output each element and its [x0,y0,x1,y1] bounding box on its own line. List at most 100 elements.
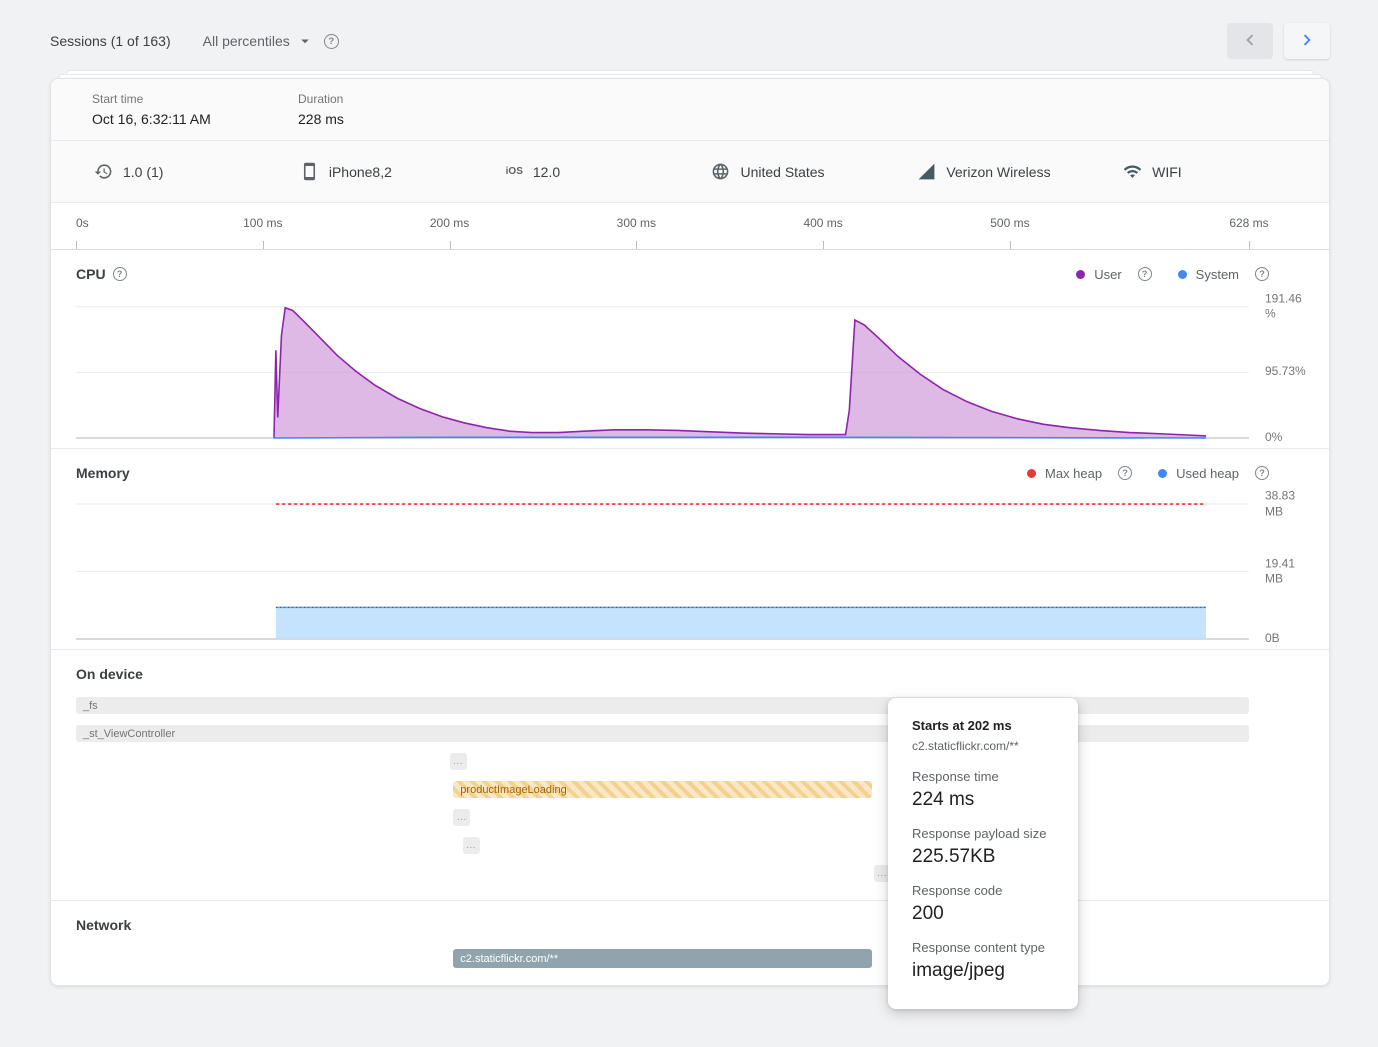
start-time-label: Start time [92,92,298,106]
chevron-right-icon [1296,29,1318,54]
tooltip-url: c2.staticflickr.com/** [912,739,1054,753]
os-version-label: 12.0 [533,164,560,180]
tooltip-field-label: Response time [912,769,1054,784]
start-time-block: Start time Oct 16, 6:32:11 AM [92,92,298,127]
tooltip-field-value: 200 [912,903,1054,925]
used-heap-legend-label: Used heap [1176,466,1239,481]
tooltip-fields: Response time 224 ms Response payload size… [912,769,1054,982]
timeline-tick-mark [263,241,264,249]
axis-label: 95.73% [1265,365,1313,381]
cpu-chart[interactable] [76,294,1249,438]
timeline-tick-mark [1010,241,1011,249]
tooltip-field: Response time 224 ms [912,769,1054,811]
sessions-help-icon[interactable]: ? [324,34,339,49]
memory-legend-max-heap: Max heap ? [1027,466,1132,481]
timeline-tick-mark [450,241,451,249]
wifi-icon [1123,162,1142,181]
max-heap-help-icon[interactable]: ? [1118,466,1132,480]
device-model-label: iPhone8,2 [329,164,392,180]
duration-label: Duration [298,92,344,106]
memory-chart[interactable] [76,493,1249,639]
next-session-button[interactable] [1284,23,1330,59]
country-label: United States [740,164,824,180]
carrier-label: Verizon Wireless [946,164,1050,180]
tooltip-field-label: Response payload size [912,826,1054,841]
axis-label: 0% [1265,430,1313,446]
percentiles-dropdown[interactable]: All percentiles [203,32,314,50]
cpu-legend: User ? System ? [1076,267,1269,282]
cpu-section-title: CPU [76,266,106,282]
timeline-tick-mark [823,241,824,249]
timeline-tick-label: 500 ms [990,216,1029,230]
globe-icon [711,162,730,181]
duration-block: Duration 228 ms [298,92,344,127]
user-help-icon[interactable]: ? [1138,267,1152,281]
cpu-legend-user: User ? [1076,267,1151,282]
smartphone-icon [300,162,319,181]
memory-axis-labels: 38.83 MB19.41 MB0B [1251,493,1329,639]
network-section-title: Network [76,917,131,933]
timeline-ruler-inner: 0s100 ms200 ms300 ms400 ms500 ms628 ms [76,203,1249,249]
axis-label: 191.46 % [1265,291,1313,322]
tooltip-field: Response code 200 [912,883,1054,925]
trace-bar[interactable]: ... [463,837,480,854]
cpu-axis-labels: 191.46 %95.73%0% [1251,294,1329,438]
axis-label: 0B [1265,631,1313,647]
app-version-history-icon [94,162,113,181]
trace-bar[interactable]: productImageLoading [453,781,871,798]
trace-bar[interactable]: ... [450,753,467,770]
tooltip-field-label: Response code [912,883,1054,898]
tooltip-field-value: 224 ms [912,789,1054,811]
cellular-signal-icon [917,162,936,181]
timeline-tick-mark [636,241,637,249]
system-help-icon[interactable]: ? [1255,267,1269,281]
user-legend-label: User [1094,267,1121,282]
chevron-left-icon [1239,29,1261,54]
cpu-legend-system: System ? [1178,267,1269,282]
timeline-tick-label: 400 ms [803,216,842,230]
memory-legend-used-heap: Used heap ? [1158,466,1269,481]
timeline-tick-label: 300 ms [617,216,656,230]
axis-label: 38.83 MB [1265,488,1313,519]
device-os: iOS 12.0 [506,162,712,181]
cpu-section: CPU ? User ? System ? [51,250,1329,449]
memory-legend: Max heap ? Used heap ? [1027,466,1269,481]
sessions-count-label: Sessions (1 of 163) [50,33,171,49]
start-time-value: Oct 16, 6:32:11 AM [92,111,298,127]
system-legend-label: System [1196,267,1239,282]
trace-bar[interactable]: ... [453,809,470,826]
device-app-version: 1.0 (1) [94,162,300,181]
tooltip-title: Starts at 202 ms [912,718,1054,733]
memory-section-head: Memory Max heap ? Used heap ? [51,449,1329,489]
prev-session-button[interactable] [1227,23,1273,59]
network-section: Network c2.staticflickr.com/** [51,901,1329,975]
timeline-ruler[interactable]: 0s100 ms200 ms300 ms400 ms500 ms628 ms [51,203,1329,250]
connection-label: WIFI [1152,164,1182,180]
memory-section-title: Memory [76,465,130,481]
max-heap-legend-dot [1027,469,1036,478]
tooltip-field-value: image/jpeg [912,960,1054,982]
on-device-section: On device _fs_st_ViewController...produc… [51,650,1329,901]
timeline-tick-mark [76,241,77,249]
session-detail-page: Sessions (1 of 163) All percentiles ? [0,22,1378,1047]
used-heap-help-icon[interactable]: ? [1255,466,1269,480]
chevron-down-icon [296,32,314,50]
device-attributes-row: 1.0 (1) iPhone8,2 iOS 12.0 United St [51,141,1329,203]
timeline-tick-mark [1249,241,1250,249]
cpu-help-icon[interactable]: ? [113,267,127,281]
top-toolbar: Sessions (1 of 163) All percentiles ? [50,22,1330,60]
timeline-tick-label: 200 ms [430,216,469,230]
tooltip-field-value: 225.57KB [912,846,1054,868]
network-request-bar[interactable]: c2.staticflickr.com/** [453,949,871,968]
memory-section: Memory Max heap ? Used heap ? [51,449,1329,650]
request-tooltip: Starts at 202 ms c2.staticflickr.com/** … [888,698,1078,1009]
timeline-tick-label: 628 ms [1229,216,1268,230]
percentiles-dropdown-label: All percentiles [203,33,290,49]
session-card-stack: Start time Oct 16, 6:32:11 AM Duration 2… [50,70,1330,986]
device-model: iPhone8,2 [300,162,506,181]
timeline-tick-label: 100 ms [243,216,282,230]
on-device-section-title: On device [76,666,143,682]
tooltip-field: Response content typeimage/jpeg [912,940,1054,982]
app-version-label: 1.0 (1) [123,164,163,180]
session-summary-header: Start time Oct 16, 6:32:11 AM Duration 2… [51,79,1329,141]
